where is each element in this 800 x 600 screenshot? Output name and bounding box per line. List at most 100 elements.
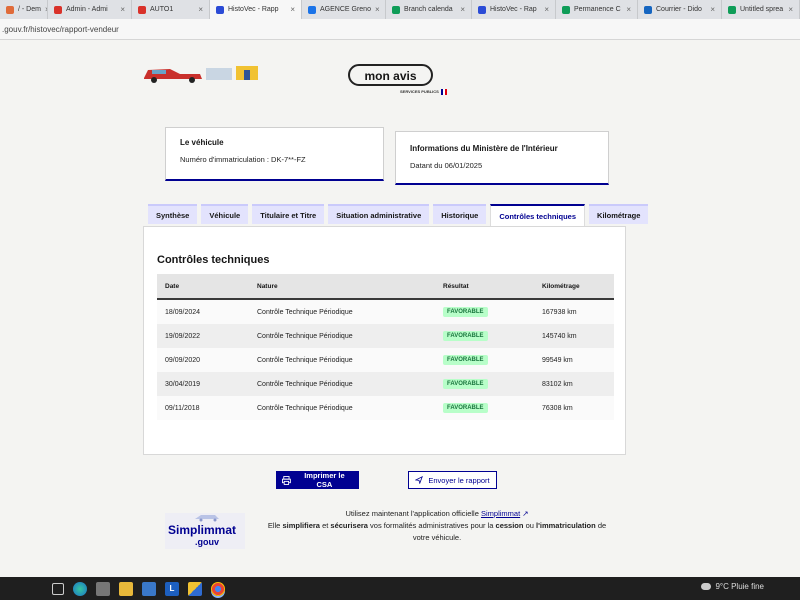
promo-bold-1: simplifiera [282,521,320,530]
close-tab-icon[interactable]: × [460,5,465,14]
browser-tab[interactable]: Untitled sprea × [722,0,800,19]
close-tab-icon[interactable]: × [120,5,125,14]
close-tab-icon[interactable]: × [544,5,549,14]
donner-mon-avis-button[interactable]: mon avis [348,64,433,86]
col-nature: Nature [249,274,435,300]
nature: Contrôle Technique Périodique [257,380,353,388]
tab-favicon-icon [644,5,652,14]
close-tab-icon[interactable]: × [626,5,631,14]
result-badge: FAVORABLE [443,331,488,341]
tab-label: AGENCE Greno [320,6,371,13]
tab-vehicule[interactable]: Véhicule [201,204,249,224]
page-content: mon avis SERVICES PUBLICS Le véhicule Nu… [0,40,800,577]
send-label: Envoyer le rapport [428,475,490,485]
browser-tab[interactable]: AGENCE Greno × [302,0,386,19]
close-tab-icon[interactable]: × [788,5,793,14]
date-cell: 18/09/2024 [157,299,249,324]
browser-tab[interactable]: HistoVec - Rapp × [210,0,302,19]
browser-tab[interactable]: / - Dem× [0,0,48,19]
kilometrage: 76308 km [542,404,573,412]
nature: Contrôle Technique Périodique [257,404,353,412]
weather-widget[interactable]: 9°C Pluie fine [701,582,764,591]
kilometrage: 145740 km [542,332,577,340]
col-kilometrage: Kilométrage [534,274,614,300]
weather-text: 9°C Pluie fine [715,582,764,591]
kilometrage-cell: 83102 km [534,372,614,396]
kilometrage: 83102 km [542,380,573,388]
tab-label: / - Dem [18,6,41,13]
ministry-card-title: Informations du Ministère de l'Intérieur [410,144,558,153]
date-cell: 30/04/2019 [157,372,249,396]
browser-tab[interactable]: Branch calenda × [386,0,472,19]
browser-tab[interactable]: Permanence C × [556,0,638,19]
result-badge: FAVORABLE [443,355,488,365]
result-badge: FAVORABLE [443,379,488,389]
close-tab-icon[interactable]: × [375,5,380,14]
tab-label: Permanence C [574,6,621,13]
tab-kilometrage[interactable]: Kilométrage [589,204,649,224]
close-tab-icon[interactable]: × [198,5,203,14]
tab-favicon-icon [728,5,736,14]
browser-tab-bar: / - Dem×Admin - Admi×AUTO1×HistoVec - Ra… [0,0,800,19]
simplimmat-logo: Simplimmat .gouv [165,513,245,549]
send-report-button[interactable]: Envoyer le rapport [408,471,497,489]
tab-situation-administrative[interactable]: Situation administrative [328,204,430,224]
section-title: Contrôles techniques [157,254,270,266]
send-icon [415,476,424,484]
controles-techniques-panel: Contrôles techniques Date Nature Résulta… [143,226,626,455]
tab-favicon-icon [138,5,146,14]
tab-synthese[interactable]: Synthèse [148,204,198,224]
tab-favicon-icon [478,5,486,14]
tab-controles-techniques[interactable]: Contrôles techniques [490,204,586,226]
l-app-icon[interactable]: L [165,581,179,596]
date: 09/11/2018 [165,404,200,412]
external-link-icon: ↗ [522,509,529,518]
cloud-rain-icon [701,583,712,590]
browser-tab[interactable]: Admin - Admi × [48,0,132,19]
date: 18/09/2024 [165,308,201,316]
promo-bold-2: sécurisera [330,521,368,530]
tab-favicon-icon [6,5,14,14]
date-cell: 09/09/2020 [157,348,249,372]
promo-bold-4: l'immatriculation [536,521,596,530]
edge-icon[interactable] [73,581,87,596]
tab-label: HistoVec - Rapp [228,6,279,13]
chrome-icon[interactable] [211,581,225,596]
browser-tab[interactable]: HistoVec - Rap × [472,0,556,19]
taskbar-app-icon[interactable] [96,581,110,596]
browser-tab[interactable]: Courrier - Dido × [638,0,722,19]
taskbar-app-icon-2[interactable] [188,581,202,596]
report-tabs: Synthèse Véhicule Titulaire et Titre Situat… [148,204,649,226]
tab-favicon-icon [308,5,316,14]
mail-icon[interactable] [142,581,156,596]
simplimmat-logo-title: Simplimmat [168,523,236,537]
file-explorer-icon[interactable] [119,581,133,596]
vehicle-card: Le véhicule Numéro d'immatriculation : D… [165,127,384,181]
tab-favicon-icon [392,5,400,14]
tab-titulaire-et-titre[interactable]: Titulaire et Titre [252,204,325,224]
print-csa-button[interactable]: Imprimer le CSA [276,471,359,489]
task-view-icon[interactable] [52,582,64,595]
result-badge: FAVORABLE [443,307,488,317]
promo-text-b: et [322,521,329,530]
close-tab-icon[interactable]: × [710,5,715,14]
simplimmat-promo: Utilisez maintenant l'application offici… [262,508,612,544]
simplimmat-link[interactable]: Simplimmat [481,509,520,518]
print-label: Imprimer le CSA [304,471,345,489]
close-tab-icon[interactable]: × [290,5,295,14]
tab-historique[interactable]: Historique [433,204,487,224]
promo-text-e: de [597,521,607,530]
registration-number: Numéro d'immatriculation : DK-7**-FZ [180,155,306,164]
address-bar[interactable]: .gouv.fr/histovec/rapport-vendeur [0,19,800,40]
url-text[interactable]: .gouv.fr/histovec/rapport-vendeur [2,25,119,34]
simplimmat-logo-graphic: Simplimmat .gouv [165,513,245,549]
result-badge-cell: FAVORABLE [435,372,534,396]
browser-tab[interactable]: AUTO1 × [132,0,210,19]
promo-text-d: ou [525,521,534,530]
promo-text-line3: votre véhicule. [412,533,462,542]
date: 30/04/2019 [165,380,201,388]
col-date: Date [157,274,249,300]
tab-favicon-icon [562,5,570,14]
tab-favicon-icon [54,5,62,14]
result-badge: FAVORABLE [443,403,488,413]
